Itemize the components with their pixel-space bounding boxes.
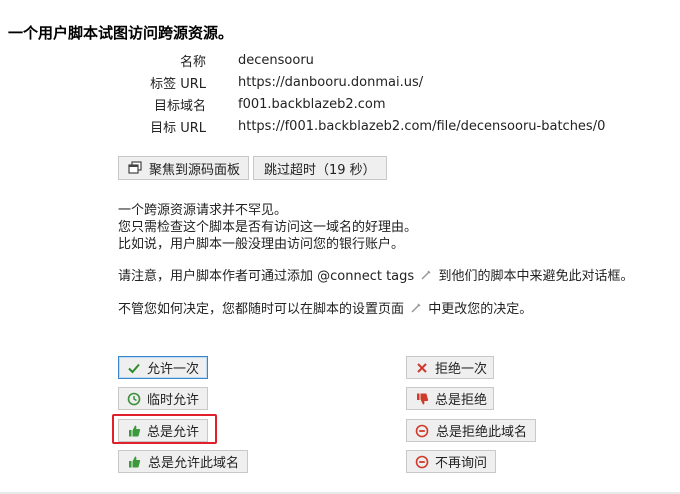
request-info: 名称 decensooru 标签 URL https://danbooru.do… [118,49,605,137]
minus-circle-icon [415,423,430,439]
always-allow-domain-button[interactable]: 总是允许此域名 [118,450,248,473]
never-ask-button[interactable]: 不再询问 [406,450,496,473]
info-row-target-url: 目标 URL https://f001.backblazeb2.com/file… [118,115,605,137]
info-key-target-domain: 目标域名 [153,98,206,114]
selection-highlight [112,414,217,444]
settings-note-pre: 不管您如何决定，您都随时可以在脚本的设置页面 [118,302,405,317]
minus-circle-icon [415,454,429,470]
info-value-tab-url: https://danbooru.donmai.us/ [238,74,424,90]
info-row-tab-url: 标签 URL https://danbooru.donmai.us/ [118,71,605,93]
connect-note-pre: 请注意，用户脚本作者可通过添加 @connect tags [118,269,415,284]
info-key-name: 名称 [179,54,206,70]
focus-source-label: 聚焦到源码面板 [149,162,241,178]
thumbs-up-icon [127,454,142,470]
info-value-name: decensooru [238,52,314,68]
deny-once-button[interactable]: 拒绝一次 [406,356,494,379]
explain-line-3: 比如说，用户脚本一般没理由访问您的银行账户。 [118,237,405,252]
connect-note-post: 到他们的脚本中来避免此对话框。 [438,269,634,284]
explain-line-2: 您只需检查这个脚本是否有访问这一域名的好理由。 [118,220,418,235]
skip-timeout-button[interactable]: 跳过超时（19 秒） [253,156,387,180]
pencil-icon [410,302,422,314]
never-ask-label: 不再询问 [435,456,488,471]
always-deny-domain-label: 总是拒绝此域名 [435,425,527,440]
allow-once-label: 允许一次 [147,362,200,377]
clock-icon [127,391,141,407]
explanation: 一个跨源资源请求并不罕见。 您只需检查这个脚本是否有访问这一域名的好理由。 比如… [118,202,417,253]
windows-icon [127,160,143,176]
info-row-target-domain: 目标域名 f001.backblazeb2.com [118,93,605,115]
always-deny-domain-button[interactable]: 总是拒绝此域名 [406,419,536,442]
info-value-target-domain: f001.backblazeb2.com [238,96,386,112]
pencil-icon [420,269,432,281]
always-deny-label: 总是拒绝 [435,393,488,408]
thumbs-down-icon [415,391,429,407]
always-deny-button[interactable]: 总是拒绝 [406,387,494,410]
dialog-title: 一个用户脚本试图访问跨源资源。 [8,24,234,42]
info-key-target-url: 目标 URL [150,120,206,136]
always-allow-domain-label: 总是允许此域名 [147,456,239,471]
allow-once-button[interactable]: 允许一次 [118,356,208,379]
allow-temporarily-label: 临时允许 [147,393,200,408]
skip-timeout-label: 跳过超时（19 秒） [264,162,376,178]
connect-note: 请注意，用户脚本作者可通过添加 @connect tags 到他们的脚本中来避免… [118,268,633,285]
settings-note: 不管您如何决定，您都随时可以在脚本的设置页面 中更改您的决定。 [118,301,532,318]
check-icon [127,360,141,376]
settings-note-post: 中更改您的决定。 [428,302,533,317]
x-icon [415,360,429,376]
allow-temporarily-button[interactable]: 临时允许 [118,387,208,410]
explain-line-1: 一个跨源资源请求并不罕见。 [118,203,288,218]
info-row-name: 名称 decensooru [118,49,605,71]
info-key-tab-url: 标签 URL [150,76,206,92]
deny-once-label: 拒绝一次 [435,362,488,377]
focus-source-button[interactable]: 聚焦到源码面板 [118,156,250,180]
info-value-target-url: https://f001.backblazeb2.com/file/decens… [238,118,606,134]
